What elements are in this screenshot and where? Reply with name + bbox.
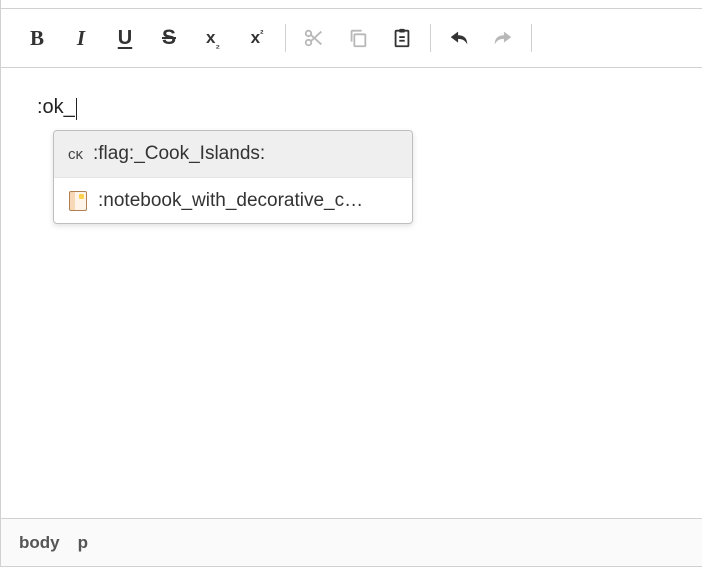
clipboard-icon: [391, 27, 413, 49]
subscript-small: ₂: [216, 40, 220, 51]
undo-button[interactable]: [437, 16, 481, 60]
element-path-item[interactable]: body: [19, 533, 60, 553]
typed-text: :ok_: [37, 96, 75, 119]
redo-icon: [492, 27, 514, 49]
editor-container: B I U S x₂ x²: [0, 0, 702, 567]
subscript-base: x: [206, 28, 215, 48]
autocomplete-item[interactable]: cĸ :flag:_Cook_Islands:: [54, 131, 412, 177]
copy-icon: [347, 27, 369, 49]
element-path-item[interactable]: p: [78, 533, 88, 553]
cut-button[interactable]: [292, 16, 336, 60]
paste-button[interactable]: [380, 16, 424, 60]
scissors-icon: [303, 27, 325, 49]
notebook-icon: [68, 191, 88, 211]
superscript-base: x: [251, 28, 260, 48]
copy-button[interactable]: [336, 16, 380, 60]
subscript-icon: x₂: [206, 28, 220, 48]
redo-button[interactable]: [481, 16, 525, 60]
superscript-icon: x²: [251, 28, 264, 48]
autocomplete-item-label: :flag:_Cook_Islands:: [93, 143, 398, 165]
strikethrough-button[interactable]: S: [147, 16, 191, 60]
autocomplete-item[interactable]: :notebook_with_decorative_c…: [54, 177, 412, 223]
element-path-bar: body p: [1, 518, 702, 566]
undo-icon: [448, 27, 470, 49]
autocomplete-item-label: :notebook_with_decorative_c…: [98, 190, 398, 212]
bold-button[interactable]: B: [15, 16, 59, 60]
toolbar-separator: [285, 24, 286, 52]
underline-icon: U: [118, 27, 132, 50]
superscript-button[interactable]: x²: [235, 16, 279, 60]
superscript-small: ²: [260, 29, 263, 40]
flag-cook-islands-icon: cĸ: [68, 144, 83, 164]
italic-icon: I: [77, 26, 85, 51]
bold-icon: B: [30, 26, 44, 51]
italic-button[interactable]: I: [59, 16, 103, 60]
emoji-autocomplete-popup: cĸ :flag:_Cook_Islands: :notebook_with_d…: [53, 130, 413, 224]
text-caret: [76, 98, 77, 120]
toolbar-separator: [531, 24, 532, 52]
editor-content[interactable]: :ok_ cĸ :flag:_Cook_Islands: :notebook_w…: [1, 68, 702, 518]
subscript-button[interactable]: x₂: [191, 16, 235, 60]
strikethrough-icon: S: [162, 26, 176, 50]
toolbar-separator: [430, 24, 431, 52]
toolbar: B I U S x₂ x²: [1, 8, 702, 68]
underline-button[interactable]: U: [103, 16, 147, 60]
